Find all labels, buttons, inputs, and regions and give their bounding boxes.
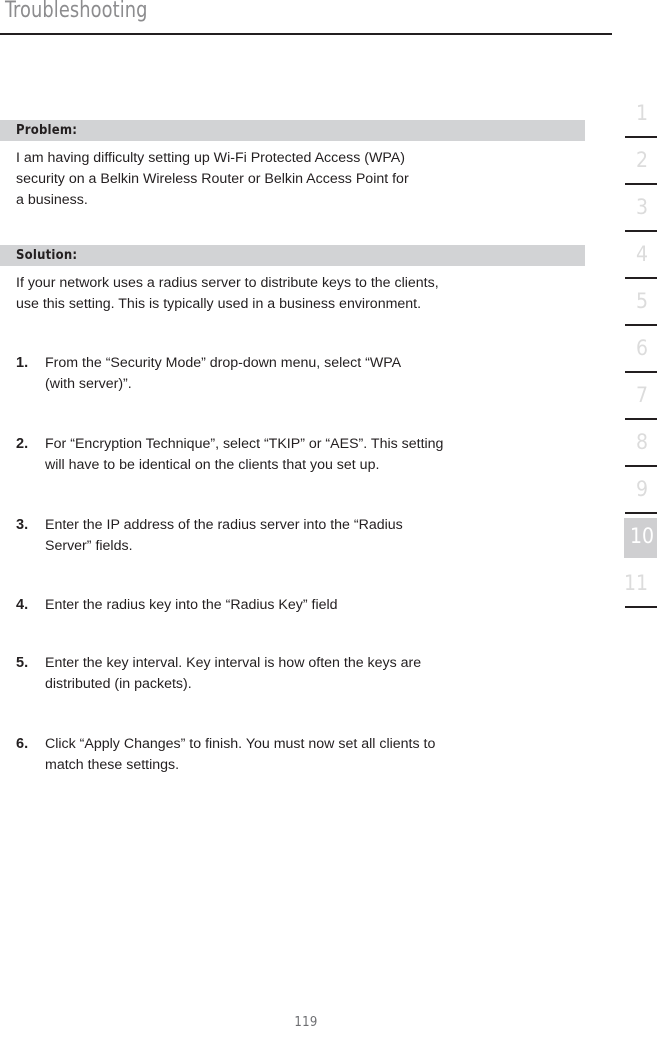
page-footer: 119 bbox=[0, 1013, 612, 1031]
step-number: 5. bbox=[16, 655, 29, 671]
rail-separator bbox=[625, 324, 657, 326]
step-number: 2. bbox=[16, 436, 29, 452]
section-tab-label: 10 bbox=[629, 524, 654, 548]
section-tab-label: 6 bbox=[635, 336, 648, 360]
section-tab-label: 7 bbox=[635, 383, 648, 407]
step-number: 6. bbox=[16, 736, 29, 752]
page-title: Troubleshooting bbox=[5, 0, 148, 23]
problem-header-label: Problem: bbox=[16, 123, 78, 138]
step-text: From the “Security Mode” drop-down menu,… bbox=[45, 355, 402, 392]
page-header: Troubleshooting bbox=[0, 0, 612, 36]
section-tab-6[interactable]: 6 bbox=[610, 330, 657, 376]
section-tab-label: 11 bbox=[623, 571, 648, 595]
section-tab-label: 4 bbox=[635, 242, 648, 266]
section-tab-label: 1 bbox=[635, 101, 648, 125]
step-text: For “Encryption Technique”, select “TKIP… bbox=[45, 436, 444, 473]
solution-header-label: Solution: bbox=[16, 248, 78, 263]
rail-separator bbox=[625, 230, 657, 232]
step-number: 1. bbox=[16, 355, 29, 371]
section-tab-5[interactable]: 5 bbox=[610, 283, 657, 329]
rail-separator bbox=[625, 371, 657, 373]
section-tab-4[interactable]: 4 bbox=[610, 236, 657, 282]
rail-separator bbox=[625, 418, 657, 420]
section-tab-11[interactable]: 11 bbox=[610, 565, 657, 611]
rail-separator bbox=[625, 512, 657, 514]
section-tab-7[interactable]: 7 bbox=[610, 377, 657, 423]
rail-separator bbox=[625, 277, 657, 279]
rail-separator bbox=[625, 136, 657, 138]
rail-separator bbox=[625, 183, 657, 185]
step-text: Click “Apply Changes” to finish. You mus… bbox=[45, 736, 436, 773]
step-number: 4. bbox=[16, 597, 29, 613]
step-text: Enter the key interval. Key interval is … bbox=[45, 655, 422, 692]
problem-body-text: I am having difficulty setting up Wi-Fi … bbox=[16, 150, 409, 208]
section-tab-9[interactable]: 9 bbox=[610, 471, 657, 517]
section-tab-8[interactable]: 8 bbox=[610, 424, 657, 470]
step-text: Enter the radius key into the “Radius Ke… bbox=[45, 597, 338, 613]
section-tab-label: 2 bbox=[635, 148, 648, 172]
section-tab-label: 5 bbox=[635, 289, 648, 313]
section-tab-label: 8 bbox=[635, 430, 648, 454]
section-tab-label: 3 bbox=[635, 195, 648, 219]
solution-header-bar: Solution: bbox=[0, 245, 585, 266]
rail-separator bbox=[625, 606, 657, 608]
section-tab-3[interactable]: 3 bbox=[610, 189, 657, 235]
section-index-rail: 1 2 3 4 5 6 7 8 9 10 11 bbox=[610, 95, 657, 695]
section-tab-label: 9 bbox=[635, 477, 648, 501]
rail-separator bbox=[625, 465, 657, 467]
section-tab-10[interactable]: 10 bbox=[610, 518, 657, 564]
step-number: 3. bbox=[16, 517, 29, 533]
section-tab-1[interactable]: 1 bbox=[610, 95, 657, 141]
section-tab-2[interactable]: 2 bbox=[610, 142, 657, 188]
page-number: 119 bbox=[294, 1015, 318, 1030]
problem-header-bar: Problem: bbox=[0, 120, 585, 141]
solution-body-text: If your network uses a radius server to … bbox=[16, 275, 439, 312]
step-text: Enter the IP address of the radius serve… bbox=[45, 517, 403, 554]
header-rule bbox=[0, 33, 612, 35]
